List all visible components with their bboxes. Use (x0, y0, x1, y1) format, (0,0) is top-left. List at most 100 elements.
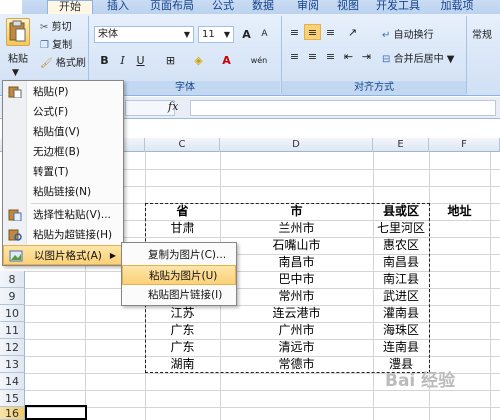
menu-item-label: 转置(T) (33, 166, 69, 178)
menu-item-paste-link[interactable]: 粘贴链接(N) (3, 182, 123, 202)
row-header[interactable]: 9 (0, 288, 25, 305)
column-header-e[interactable]: E (373, 138, 429, 152)
cell-county[interactable]: 连南县 (373, 339, 429, 356)
cell-city[interactable]: 石嘴山市 (220, 237, 373, 254)
menu-item-label: 粘贴(P) (33, 86, 69, 98)
picture-icon (9, 249, 23, 262)
menu-item-paste[interactable]: 粘贴(P) (3, 82, 123, 102)
cell-city[interactable]: 南昌市 (220, 254, 373, 271)
font-color-icon: A (222, 54, 231, 67)
menu-item-no-borders[interactable]: 无边框(B) (3, 142, 123, 162)
tab-addins[interactable]: 加载项 (433, 0, 481, 14)
cell-city[interactable]: 常州市 (220, 288, 373, 305)
baidu-watermark: Bai 经验 (385, 371, 456, 391)
cell-city[interactable]: 清远市 (220, 339, 373, 356)
grow-font-button[interactable]: A (238, 26, 255, 42)
cell-county[interactable]: 惠农区 (373, 237, 429, 254)
phonetic-button[interactable]: wén (248, 52, 270, 68)
copy-button[interactable]: ❐ 复制 (40, 36, 72, 51)
cell-province[interactable]: 湖南 (145, 356, 220, 373)
submenu-paste-as-picture[interactable]: 粘贴为图片(U) (122, 265, 236, 285)
bold-button[interactable]: B (96, 52, 113, 68)
column-header-f[interactable]: F (429, 138, 500, 152)
insert-function-button[interactable]: fx (168, 100, 178, 113)
tab-home[interactable]: 开始 (47, 0, 93, 15)
font-name-select[interactable]: 宋体 ▼ (94, 26, 194, 43)
cell-city[interactable]: 常德市 (220, 356, 373, 373)
menu-item-formulas[interactable]: 公式(F) (3, 102, 123, 122)
menu-item-paste-values[interactable]: 粘贴值(V) (3, 122, 123, 142)
paste-button[interactable]: 粘贴 (6, 50, 30, 65)
column-header-c[interactable]: C (145, 138, 220, 152)
fill-color-icon[interactable]: ◈ (190, 52, 207, 68)
cell-province[interactable]: 广东 (145, 339, 220, 356)
align-bottom-icon[interactable]: ≡ (322, 24, 339, 40)
column-header-d[interactable]: D (220, 138, 373, 152)
cell-county[interactable]: 南昌县 (373, 254, 429, 271)
number-format-select[interactable]: 常规 (472, 26, 492, 41)
row-header[interactable]: 16 (0, 407, 25, 420)
row-header[interactable]: 13 (0, 356, 25, 373)
header-city[interactable]: 市 (220, 203, 373, 220)
submenu-copy-as-picture[interactable]: 复制为图片(C)... (122, 245, 236, 265)
cell-county[interactable]: 七里河区 (373, 220, 429, 237)
shrink-font-button[interactable]: A (256, 26, 273, 42)
row-header[interactable]: 10 (0, 305, 25, 322)
cell-province[interactable]: 甘肃 (145, 220, 220, 237)
tab-formulas[interactable]: 公式 (205, 0, 241, 14)
font-size-value: 11 (202, 29, 215, 40)
underline-button[interactable]: U (132, 52, 149, 68)
paste-icon[interactable] (6, 18, 30, 46)
menu-item-paste-hyperlink[interactable]: 粘贴为超链接(H) (3, 225, 123, 245)
align-left-icon[interactable]: ≡ (286, 48, 303, 64)
increase-indent-icon[interactable]: ⇥ (358, 48, 375, 64)
tab-review[interactable]: 审阅 (290, 0, 326, 14)
tab-insert[interactable]: 插入 (98, 0, 138, 14)
menu-item-transpose[interactable]: 转置(T) (3, 162, 123, 182)
borders-icon[interactable]: ⊞ (162, 52, 179, 68)
row-header[interactable]: 14 (0, 373, 25, 390)
ribbon-tab-bar: 开始 插入 页面布局 公式 数据 审阅 视图 开发工具 加载项 (0, 0, 500, 15)
submenu-paste-picture-link[interactable]: 粘贴图片链接(I) (122, 285, 236, 305)
cell-city[interactable]: 连云港市 (220, 305, 373, 322)
cell-county[interactable]: 武进区 (373, 288, 429, 305)
header-county[interactable]: 县或区 (373, 203, 429, 220)
wrap-text-button[interactable]: ↵ 自动换行 (382, 26, 434, 41)
tab-developer[interactable]: 开发工具 (370, 0, 426, 14)
cell-province[interactable]: 广东 (145, 322, 220, 339)
merge-center-button[interactable]: ⊟ 合并后居中 ▼ (382, 50, 454, 65)
cell-county[interactable]: 南江县 (373, 271, 429, 288)
align-top-icon[interactable]: ≡ (286, 24, 303, 40)
tab-page-layout[interactable]: 页面布局 (142, 0, 202, 14)
font-color-button[interactable]: A (218, 52, 235, 68)
align-right-icon[interactable]: ≡ (322, 48, 339, 64)
header-address[interactable]: 地址 (429, 203, 490, 220)
cell-province[interactable]: 江苏 (145, 305, 220, 322)
decrease-indent-icon[interactable]: ⇤ (340, 48, 357, 64)
cell-county[interactable]: 海珠区 (373, 322, 429, 339)
formula-input[interactable] (190, 100, 496, 116)
active-cell[interactable] (25, 405, 87, 420)
row-header[interactable]: 11 (0, 322, 25, 339)
row-header[interactable]: 8 (0, 271, 25, 288)
font-size-select[interactable]: 11 ▼ (198, 26, 234, 43)
italic-button[interactable]: I (114, 52, 131, 68)
paste-dropdown-arrow-icon[interactable]: ▼ (12, 68, 19, 78)
orientation-icon[interactable]: ↗ (344, 24, 361, 40)
tab-data[interactable]: 数据 (245, 0, 281, 14)
align-middle-icon[interactable]: ≡ (304, 24, 321, 40)
office-button[interactable] (0, 0, 22, 14)
cell-city[interactable]: 兰州市 (220, 220, 373, 237)
row-header[interactable]: 15 (0, 390, 25, 407)
cell-city[interactable]: 广州市 (220, 322, 373, 339)
cell-city[interactable]: 巴中市 (220, 271, 373, 288)
tab-view[interactable]: 视图 (330, 0, 366, 14)
cell-county[interactable]: 灌南县 (373, 305, 429, 322)
align-center-icon[interactable]: ≡ (304, 48, 321, 64)
menu-item-as-picture[interactable]: 以图片格式(A) ▶ (3, 245, 123, 265)
cut-button[interactable]: ✂ 剪切 (40, 18, 72, 33)
menu-item-paste-special[interactable]: 选择性粘贴(V)... (3, 205, 123, 225)
header-province[interactable]: 省 (145, 203, 220, 220)
format-painter-button[interactable]: 🖌 格式刷 (40, 54, 86, 69)
row-header[interactable]: 12 (0, 339, 25, 356)
